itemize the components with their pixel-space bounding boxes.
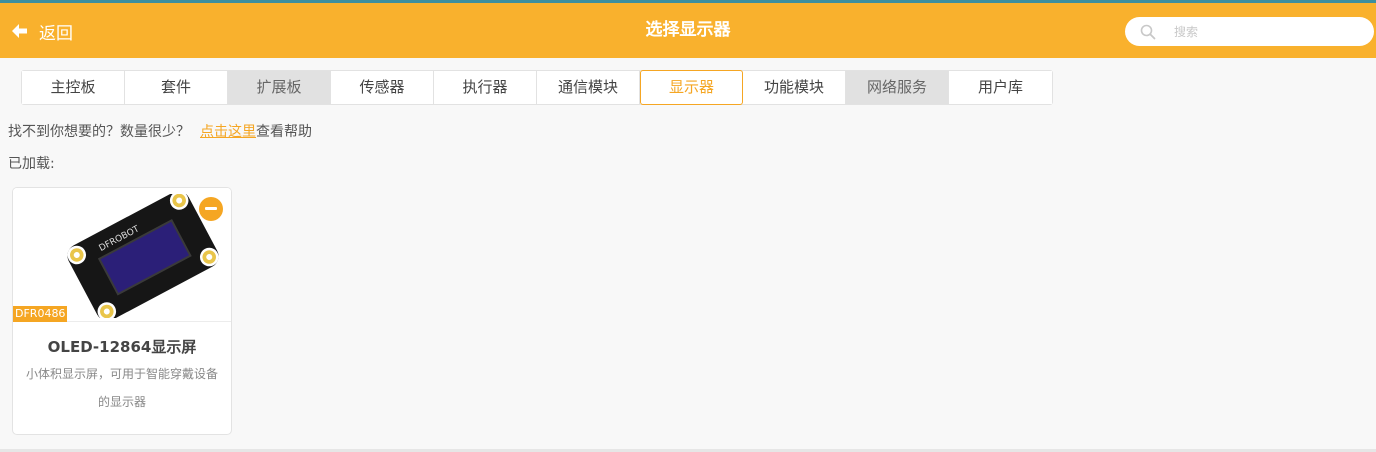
search-input[interactable] [1174,24,1364,39]
back-label: 返回 [39,23,73,44]
sku-badge: DFR0486 [13,306,68,322]
help-suffix: 查看帮助 [256,124,312,140]
tab-main-board[interactable]: 主控板 [22,71,125,104]
arrow-left-icon [10,21,30,41]
back-button[interactable]: 返回 [10,18,73,44]
tab-user-library[interactable]: 用户库 [949,71,1052,104]
page: 返回 选择显示器 主控板 套件 扩展板 传感器 执行器 通信模块 显示器 功能模… [0,0,1376,452]
tab-actuator[interactable]: 执行器 [434,71,537,104]
category-tabs: 主控板 套件 扩展板 传感器 执行器 通信模块 显示器 功能模块 网络服务 用户… [21,70,1053,105]
minus-circle-icon[interactable] [199,197,223,221]
tab-network-service[interactable]: 网络服务 [846,71,949,104]
search-box[interactable] [1125,17,1374,46]
help-line: 找不到你想要的？数量很少？ 点击这里查看帮助 [8,121,312,141]
help-link[interactable]: 点击这里 [200,124,256,140]
loaded-label: 已加载: [8,156,55,172]
tab-communication-module[interactable]: 通信模块 [537,71,640,104]
header-bar: 返回 选择显示器 [0,3,1376,58]
search-icon [1140,24,1156,40]
help-prefix: 找不到你想要的？数量很少？ [8,124,190,140]
product-title: OLED-12864显示屏 [47,338,197,356]
product-image: DFROBOT DFR0486 [13,188,231,322]
tab-kit[interactable]: 套件 [125,71,228,104]
tab-sensor[interactable]: 传感器 [331,71,434,104]
tab-expansion-board[interactable]: 扩展板 [228,71,331,104]
product-card[interactable]: DFROBOT DFR0486 OLED-12864显示屏 小体积显示屏，可用于… [12,187,232,435]
product-description: 小体积显示屏，可用于智能穿戴设备的显示器 [25,367,218,409]
tab-function-module[interactable]: 功能模块 [743,71,846,104]
tab-display[interactable]: 显示器 [640,70,743,105]
